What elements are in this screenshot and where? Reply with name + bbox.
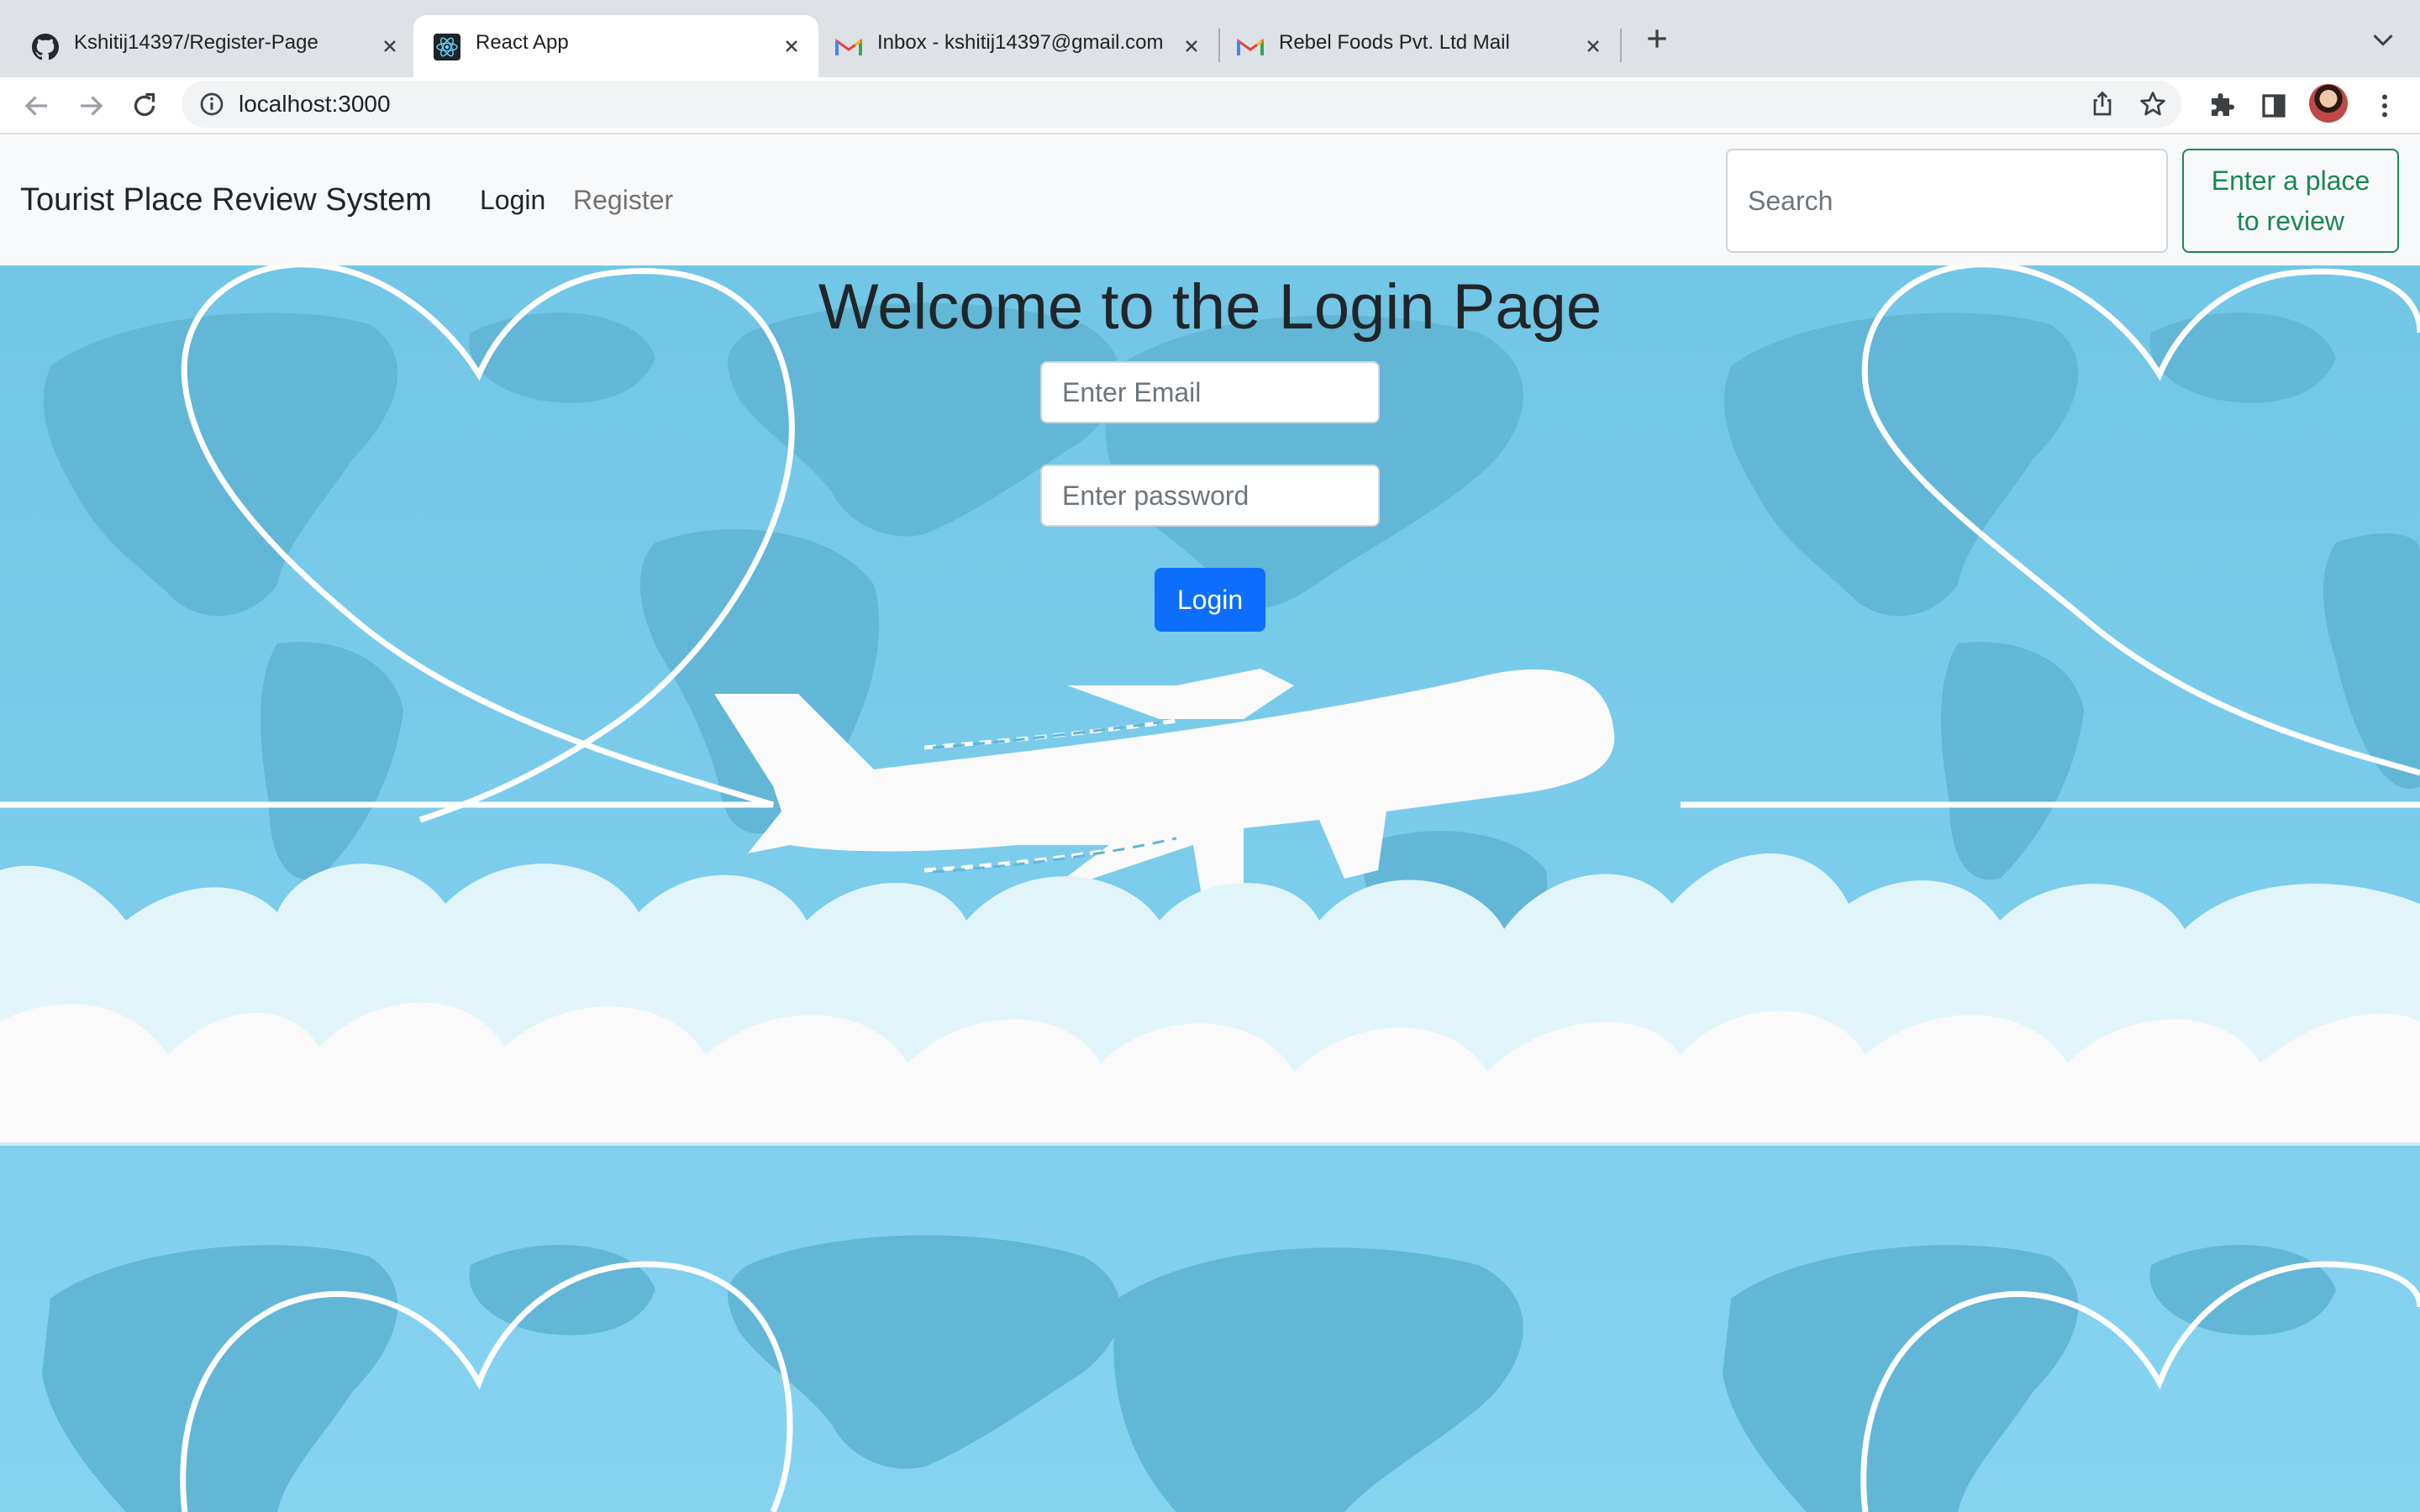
more-vertical-icon[interactable] bbox=[2370, 91, 2400, 121]
react-icon bbox=[434, 34, 460, 60]
close-icon[interactable] bbox=[380, 36, 400, 56]
browser-toolbar: localhost:3000 bbox=[0, 77, 2420, 134]
tab-title: React App bbox=[476, 31, 569, 54]
share-icon[interactable] bbox=[2087, 89, 2118, 119]
email-field[interactable] bbox=[1040, 361, 1380, 423]
close-icon[interactable] bbox=[1583, 36, 1603, 56]
side-panel-icon[interactable] bbox=[2259, 91, 2289, 121]
navbar-brand[interactable]: Tourist Place Review System bbox=[20, 134, 432, 265]
back-arrow-icon[interactable] bbox=[22, 91, 52, 121]
tab-react-app[interactable]: React App bbox=[413, 15, 818, 77]
nav-link-login[interactable]: Login bbox=[480, 134, 545, 265]
tab-title: Kshitij14397/Register-Page bbox=[74, 31, 318, 54]
gmail-icon bbox=[1237, 39, 1264, 55]
forward-arrow-icon[interactable] bbox=[76, 91, 106, 121]
travel-background-illustration bbox=[0, 265, 2420, 1512]
enter-place-to-review-button[interactable]: Enter a place to review bbox=[2182, 149, 2399, 253]
nav-link-register[interactable]: Register bbox=[573, 134, 673, 265]
tab-title: Inbox - kshitij14397@gmail.com bbox=[877, 31, 1164, 54]
clouds bbox=[0, 853, 2420, 1142]
login-button[interactable]: Login bbox=[1155, 568, 1265, 632]
browser-tab-strip: Kshitij14397/Register-Page React App Inb… bbox=[0, 0, 2420, 77]
reload-icon[interactable] bbox=[129, 91, 160, 121]
tab-separator bbox=[1620, 29, 1622, 62]
url-text: localhost:3000 bbox=[239, 91, 391, 117]
password-field[interactable] bbox=[1040, 465, 1380, 527]
gmail-icon bbox=[835, 39, 862, 55]
tab-rebel-foods-mail[interactable]: Rebel Foods Pvt. Ltd Mail bbox=[1220, 15, 1622, 77]
app-navbar: Tourist Place Review System Login Regist… bbox=[0, 134, 2420, 265]
tab-github[interactable]: Kshitij14397/Register-Page bbox=[0, 15, 413, 77]
tab-gmail-inbox[interactable]: Inbox - kshitij14397@gmail.com bbox=[818, 15, 1220, 77]
close-icon[interactable] bbox=[781, 36, 802, 56]
search-input[interactable] bbox=[1726, 149, 2168, 253]
bookmark-star-icon[interactable] bbox=[2138, 89, 2168, 119]
avatar[interactable] bbox=[2309, 84, 2348, 123]
close-icon[interactable] bbox=[1181, 36, 1202, 56]
extensions-puzzle-icon[interactable] bbox=[2207, 91, 2237, 121]
address-bar[interactable]: localhost:3000 bbox=[182, 81, 2181, 128]
page-title: Welcome to the Login Page bbox=[818, 271, 1602, 343]
info-icon[interactable] bbox=[198, 91, 225, 118]
github-icon bbox=[32, 34, 59, 60]
chevron-down-icon[interactable] bbox=[2371, 32, 2395, 49]
tab-title: Rebel Foods Pvt. Ltd Mail bbox=[1279, 31, 1510, 54]
new-tab-plus-icon[interactable] bbox=[1644, 25, 1670, 52]
